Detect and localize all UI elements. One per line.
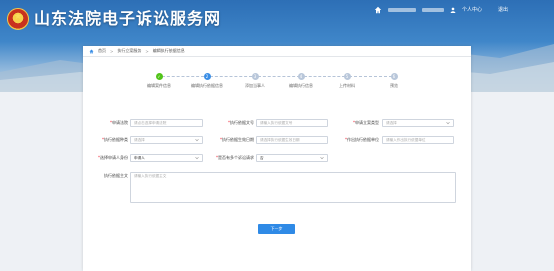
breadcrumb-separator: > — [110, 48, 114, 54]
court-picker-input[interactable]: 请点击选择申请法院 — [130, 119, 203, 127]
next-button[interactable]: 下一步 — [258, 224, 295, 234]
step-label: 编辑案件信息 — [147, 83, 171, 88]
blurred-nav-item[interactable] — [421, 8, 444, 12]
applicant-identity-select[interactable]: 申请人 — [130, 154, 203, 162]
issuing-unit-input[interactable]: 请输入作出执行依据单位 — [382, 136, 454, 144]
breadcrumb-separator: > — [145, 48, 149, 54]
court-emblem-icon: ★ — [7, 8, 29, 30]
filing-type-label: *申请立案类型 — [353, 120, 379, 125]
home-icon — [89, 49, 94, 53]
case-no-input[interactable]: 请输入执行依据文号 — [256, 119, 328, 127]
step-edit-execution: 4 编辑执行信息 — [281, 73, 321, 88]
applicant-identity-label: *选择申请人身份 — [98, 155, 128, 160]
step-edit-case: ✓ 编辑案件信息 — [139, 73, 179, 88]
step-add-parties: 3 添加当事人 — [235, 73, 275, 88]
step-label: 编辑执行信息 — [289, 83, 313, 88]
multi-request-select[interactable]: 否 — [256, 154, 328, 162]
basis-type-select[interactable]: 请选择 — [130, 136, 203, 144]
chevron-down-icon — [195, 156, 199, 160]
breadcrumb-current: 编辑执行依据信息 — [152, 48, 185, 53]
blurred-nav-item[interactable] — [387, 8, 416, 12]
step-label: 添加当事人 — [245, 83, 265, 88]
breadcrumb-filing-service[interactable]: 执行立案服务 — [117, 48, 141, 54]
breadcrumb-home[interactable]: 首页 — [98, 48, 106, 54]
step-label: 上传材料 — [339, 83, 355, 88]
progress-steps: ✓ 编辑案件信息 2 编辑执行依据信息 3 添加当事人 4 编辑执行信息 5 上… — [83, 73, 471, 93]
user-icon — [450, 7, 456, 13]
step-upload: 5 上传材料 — [327, 73, 367, 88]
site-title: 山东法院电子诉讼服务网 — [34, 9, 222, 28]
step-number: 2 — [203, 73, 211, 80]
check-icon: ✓ — [155, 73, 163, 80]
step-preview: 6 预览 — [374, 73, 414, 88]
case-no-label: *执行依据文号 — [228, 120, 254, 125]
issuing-unit-label: *作出执行依据单位 — [345, 137, 379, 142]
chevron-down-icon — [446, 121, 450, 125]
basis-text-textarea[interactable]: 请输入执行依据主文 — [130, 172, 456, 203]
step-number: 3 — [251, 73, 259, 80]
effective-date-input[interactable]: 请选择执行依据生效日期 — [256, 136, 328, 144]
step-number: 6 — [390, 73, 398, 80]
court-label: *申请法院 — [110, 120, 128, 125]
multi-request-label: *是否有多个诉讼请求 — [216, 155, 254, 160]
step-number: 4 — [297, 73, 305, 80]
main-panel: 首页 > 执行立案服务 > 编辑执行依据信息 ✓ 编辑案件信息 2 编辑执行依据… — [83, 46, 471, 271]
breadcrumb-divider — [83, 56, 471, 57]
user-center-link[interactable]: 个人中心 — [462, 7, 482, 13]
basis-type-label: *执行依据种类 — [102, 137, 128, 142]
step-number: 5 — [343, 73, 351, 80]
chevron-down-icon — [195, 138, 199, 142]
breadcrumb: 首页 > 执行立案服务 > 编辑执行依据信息 — [89, 48, 185, 54]
basis-text-label: 执行依据主文 — [104, 173, 128, 178]
chevron-down-icon — [320, 156, 324, 160]
step-label: 预览 — [390, 83, 398, 88]
step-label: 编辑执行依据信息 — [191, 83, 223, 88]
step-edit-basis: 2 编辑执行依据信息 — [187, 73, 227, 88]
top-nav: 个人中心 退出 — [374, 5, 508, 15]
filing-type-select[interactable]: 请选择 — [382, 119, 454, 127]
effective-date-label: *执行依据生效日期 — [220, 137, 254, 142]
logout-link[interactable]: 退出 — [498, 7, 508, 13]
home-icon[interactable] — [374, 6, 382, 14]
